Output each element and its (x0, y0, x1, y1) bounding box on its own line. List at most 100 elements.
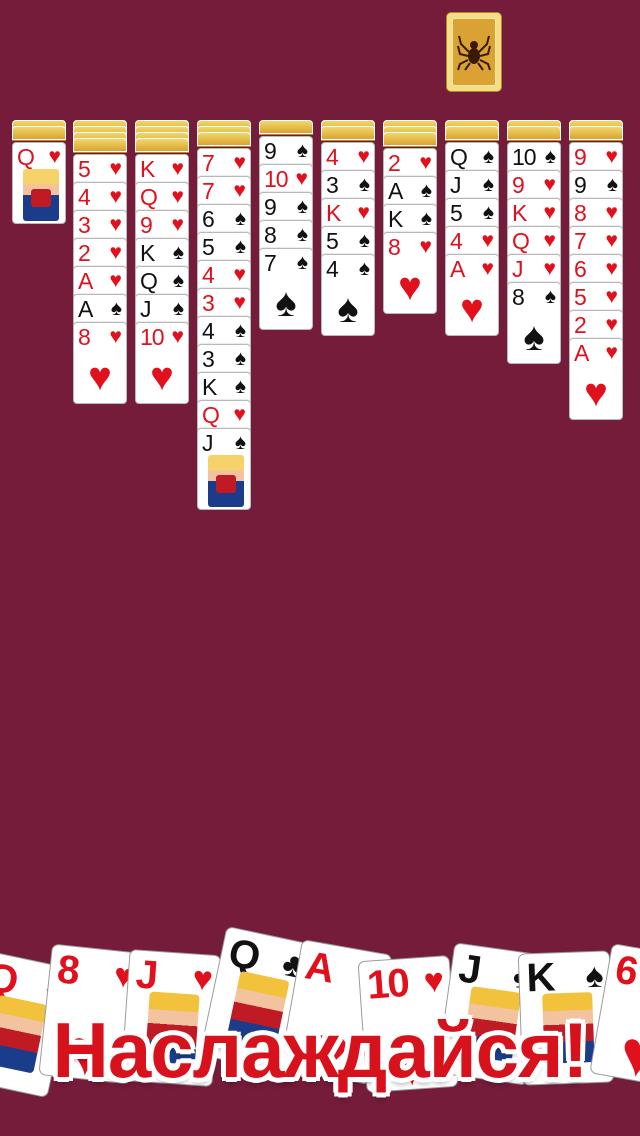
center-suit-icon: ♥ (584, 371, 608, 415)
card-suit-icon: ♥ (422, 961, 446, 1001)
playing-card[interactable]: 8 ♥ ♥ (73, 322, 127, 404)
card-suit-icon: ♠ (584, 956, 605, 996)
card-rank: A (388, 178, 403, 204)
playing-card[interactable]: 8 ♠ ♠ (507, 282, 561, 364)
promo-banner: Наслаждайся! (52, 1006, 588, 1094)
card-rank: 7 (264, 250, 277, 276)
card-back (12, 126, 66, 140)
card-rank: K (512, 200, 527, 226)
card-suit-icon: ♥ (109, 213, 122, 236)
playing-card[interactable]: 7 ♠ ♠ (259, 248, 313, 330)
card-rank: 10 (140, 324, 165, 350)
card-suit-icon: ♥ (357, 201, 370, 224)
card-rank: 6 (574, 256, 587, 282)
card-rank: Q (450, 144, 468, 170)
card-rank: 8 (574, 200, 587, 226)
card-suit-icon: ♥ (191, 959, 215, 999)
playing-card[interactable]: 4 ♠ ♠ (321, 254, 375, 336)
card-suit-icon: ♠ (172, 297, 184, 320)
playing-card[interactable]: A ♥ ♥ (445, 254, 499, 336)
card-back (197, 132, 251, 146)
card-rank: K (140, 240, 155, 266)
card-back (321, 126, 375, 140)
card-rank: 10 (512, 144, 537, 170)
card-suit-icon: ♥ (109, 241, 122, 264)
card-suit-icon: ♥ (233, 263, 246, 286)
card-back-design (452, 18, 496, 86)
card-suit-icon: ♠ (234, 375, 246, 398)
card-rank: 4 (202, 262, 215, 288)
card-rank: 2 (78, 240, 91, 266)
playing-card[interactable]: J ♠ (197, 428, 251, 510)
card-suit-icon: ♠ (234, 207, 246, 230)
playing-card[interactable]: Q ♥ (12, 142, 66, 224)
card-back (507, 126, 561, 140)
card-suit-icon: ♠ (172, 241, 184, 264)
card-suit-icon: ♥ (543, 257, 556, 280)
card-suit-icon: ♠ (420, 179, 432, 202)
card-rank: 4 (78, 184, 91, 210)
card-suit-icon: ♠ (482, 145, 494, 168)
playing-card[interactable]: A ♥ ♥ (569, 338, 623, 420)
playing-card[interactable]: 10 ♥ ♥ (135, 322, 189, 404)
card-suit-icon: ♥ (109, 325, 122, 348)
card-suit-icon: ♠ (544, 285, 556, 308)
card-rank: 9 (512, 172, 525, 198)
card-suit-icon: ♥ (605, 257, 618, 280)
playing-card[interactable]: 8 ♥ ♥ (383, 232, 437, 314)
card-rank: K (326, 200, 341, 226)
card-back (569, 126, 623, 140)
card-rank: Q (140, 184, 158, 210)
card-rank: 5 (450, 200, 463, 226)
card-rank: 4 (450, 228, 463, 254)
center-suit-icon: ♥ (88, 355, 112, 399)
card-suit-icon: ♥ (48, 145, 61, 168)
card-back (135, 138, 189, 152)
card-suit-icon: ♠ (234, 319, 246, 342)
card-rank: 5 (574, 284, 587, 310)
card-rank: 9 (574, 144, 587, 170)
card-rank: Q (512, 228, 530, 254)
card-rank: 8 (388, 234, 401, 260)
card-suit-icon: ♠ (234, 431, 246, 454)
card-rank: A (78, 296, 93, 322)
card-rank: A (574, 340, 589, 366)
card-rank: 9 (264, 138, 277, 164)
card-back (73, 138, 127, 152)
face-card-art (208, 455, 244, 507)
card-rank: K (388, 206, 403, 232)
card-suit-icon: ♠ (482, 173, 494, 196)
card-rank: 6 (202, 206, 215, 232)
card-rank: 3 (326, 172, 339, 198)
center-suit-icon: ♥ (460, 287, 484, 331)
card-suit-icon: ♥ (233, 151, 246, 174)
card-suit-icon: ♥ (481, 257, 494, 280)
card-suit-icon: ♥ (233, 403, 246, 426)
stock-pile[interactable] (446, 12, 502, 92)
center-suit-icon: ♠ (275, 281, 297, 325)
card-rank: 5 (78, 156, 91, 182)
card-rank: K (140, 156, 155, 182)
card-suit-icon: ♥ (419, 151, 432, 174)
card-rank: 7 (202, 150, 215, 176)
card-suit-icon: ♥ (605, 285, 618, 308)
card-rank: 3 (202, 346, 215, 372)
card-rank: J (456, 946, 483, 993)
card-suit-icon: ♠ (296, 139, 308, 162)
card-rank: 10 (264, 166, 289, 192)
card-suit-icon: ♥ (543, 229, 556, 252)
card-suit-icon: ♠ (606, 173, 618, 196)
card-rank: 3 (202, 290, 215, 316)
spider-icon (457, 35, 491, 71)
card-suit-icon: ♥ (605, 229, 618, 252)
card-suit-icon: ♥ (171, 213, 184, 236)
card-suit-icon: ♠ (296, 223, 308, 246)
card-suit-icon: ♥ (171, 157, 184, 180)
card-rank: J (450, 172, 461, 198)
card-suit-icon: ♥ (357, 145, 370, 168)
card-suit-icon: ♥ (109, 269, 122, 292)
card-suit-icon: ♠ (296, 251, 308, 274)
card-rank: 4 (326, 256, 339, 282)
card-rank: 9 (140, 212, 153, 238)
card-rank: 8 (55, 947, 80, 994)
